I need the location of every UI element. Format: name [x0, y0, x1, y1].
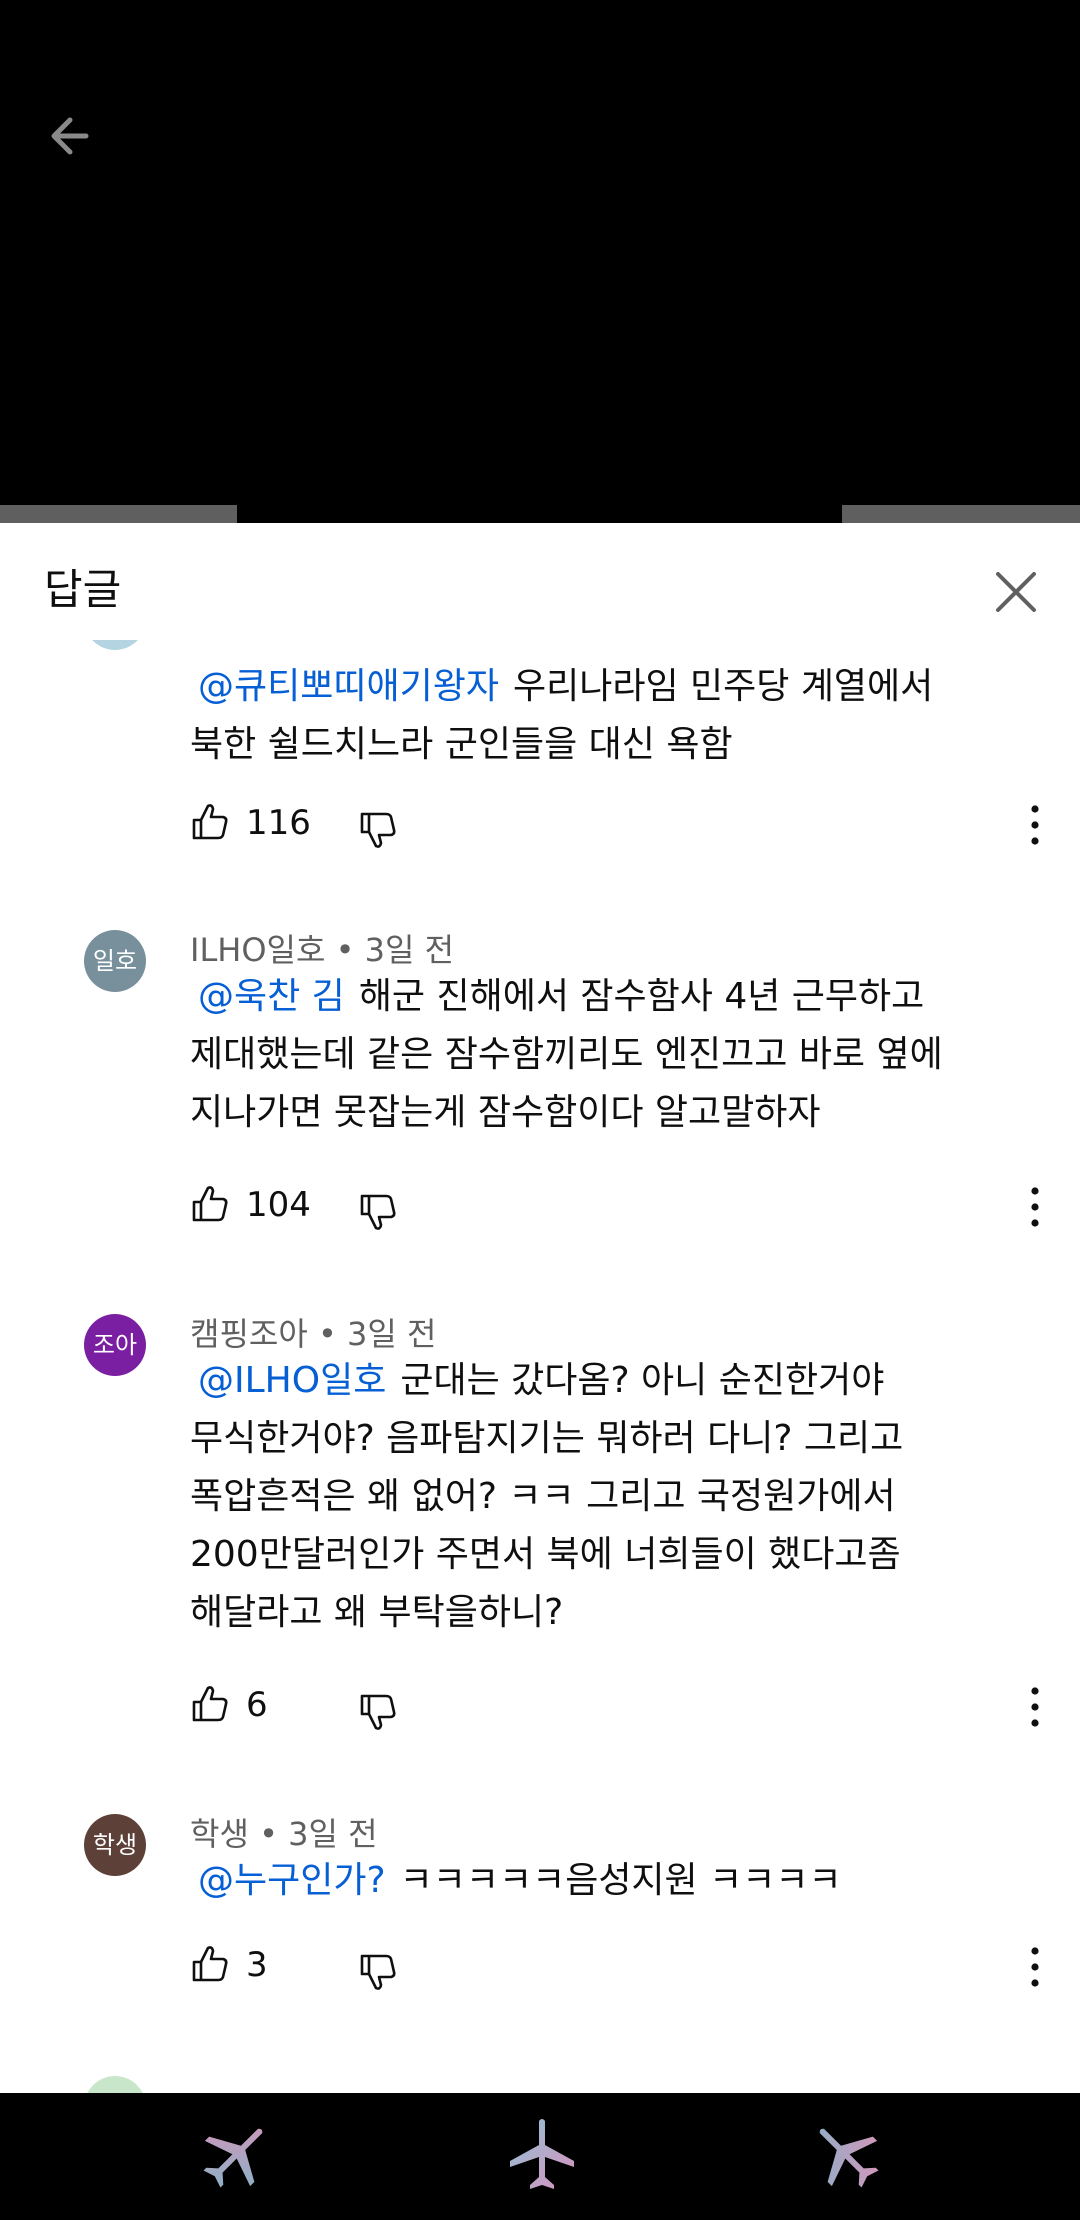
comment-meta: 학생 • 3일 전 [190, 1815, 378, 1853]
comment-text: @큐티뽀띠애기왕자 우리나라임 민주당 계열에서 북한 쉴드치느라 군인들을 대신… [190, 666, 934, 765]
more-vert-icon[interactable] [1020, 802, 1050, 848]
thumbs-down-icon[interactable] [358, 1192, 398, 1232]
airplane-blue-icon[interactable] [502, 2115, 582, 2195]
thumbs-down-icon[interactable] [358, 1692, 398, 1732]
like-count: 6 [246, 1685, 268, 1725]
avatar[interactable]: 일호 [84, 930, 146, 992]
thumbs-up-icon[interactable] [190, 802, 230, 842]
thumbs-up-icon[interactable] [190, 1184, 230, 1224]
avatar[interactable] [84, 2076, 146, 2093]
author-name[interactable]: ILHO일호 [190, 931, 325, 969]
avatar[interactable] [84, 640, 146, 650]
thumbs-up-icon[interactable] [190, 1944, 230, 1984]
panel-title: 답글 [44, 565, 122, 614]
like-count: 104 [246, 1185, 311, 1225]
avatar[interactable]: 조아 [84, 1314, 146, 1376]
thumbs-down-icon[interactable] [358, 810, 398, 850]
bottom-nav [0, 2093, 1080, 2220]
mention-link[interactable]: @욱찬 김 [198, 976, 345, 1017]
comment-meta: 캠핑조아 • 3일 전 [190, 1315, 437, 1353]
comment-text: @누구인가? ㅋㅋㅋㅋㅋ음성지원 ㅋㅋㅋㅋ [198, 1860, 842, 1901]
more-vert-icon[interactable] [1020, 1684, 1050, 1730]
comment-text: @ILHO일호 군대는 갔다옴? 아니 순진한거야 무식한거야? 음파탐지기는 뭐… [190, 1360, 904, 1633]
comment-time: 3일 전 [346, 1315, 437, 1353]
mention-link[interactable]: @ILHO일호 [198, 1360, 386, 1401]
avatar[interactable]: 학생 [84, 1814, 146, 1876]
video-player[interactable] [0, 0, 1080, 523]
more-vert-icon[interactable] [1020, 1944, 1050, 1990]
mention-link[interactable]: @큐티뽀띠애기왕자 [198, 666, 499, 707]
comment-text: @욱찬 김 해군 진해에서 잠수함사 4년 근무하고 제대했는데 같은 잠수함끼리… [190, 976, 943, 1133]
airplane-gradient-icon[interactable] [806, 2115, 886, 2195]
like-count: 3 [246, 1945, 268, 1985]
progress-bar-left [0, 505, 237, 523]
comment-meta: ILHO일호 • 3일 전 [190, 931, 455, 969]
thumbs-down-icon[interactable] [358, 1952, 398, 1992]
thumbs-up-icon[interactable] [190, 1684, 230, 1724]
close-icon[interactable] [990, 566, 1042, 618]
replies-header [0, 523, 1080, 633]
airplane-pink-icon[interactable] [196, 2115, 276, 2195]
like-count: 116 [246, 803, 311, 843]
more-vert-icon[interactable] [1020, 1184, 1050, 1230]
comment-actions: 104 [190, 1184, 1050, 1244]
comment-actions: 3 [190, 1944, 1050, 2004]
author-name[interactable]: 캠핑조아 [190, 1315, 308, 1353]
comment-time: 3일 전 [288, 1815, 378, 1853]
progress-bar-right [842, 505, 1080, 523]
comment-time: 3일 전 [364, 931, 455, 969]
comment-actions: 6 [190, 1684, 1050, 1744]
mention-link[interactable]: @누구인가? [198, 1860, 386, 1901]
comment-actions: 116 [190, 802, 1050, 862]
back-arrow-icon[interactable] [40, 106, 112, 166]
author-name[interactable]: 학생 [190, 1815, 249, 1853]
comment-list[interactable]: @큐티뽀띠애기왕자 우리나라임 민주당 계열에서 북한 쉴드치느라 군인들을 대신… [0, 640, 1080, 2093]
